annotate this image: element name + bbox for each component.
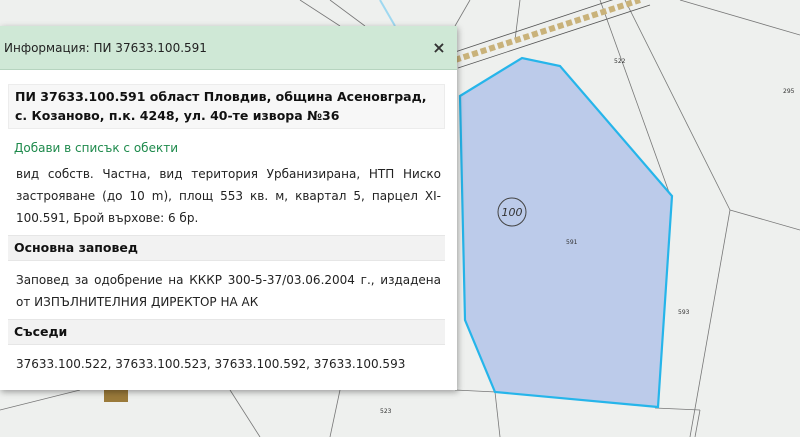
parcel-label-591: 591 <box>566 239 578 246</box>
parcel-label-593: 593 <box>678 309 690 316</box>
parcel-heading: ПИ 37633.100.591 област Пловдив, община … <box>8 84 445 129</box>
panel-header: Информация: ПИ 37633.100.591 × <box>0 26 457 70</box>
parcel-description: вид собств. Частна, вид територия Урбани… <box>16 167 441 225</box>
neighbors-section-title: Съседи <box>8 319 445 345</box>
order-text: Заповед за одобрение на КККР 300-5-37/03… <box>16 273 441 309</box>
panel-body: ПИ 37633.100.591 област Пловдив, община … <box>0 84 457 375</box>
parcel-label-295: 295 <box>783 88 795 95</box>
order-section-title: Основна заповед <box>8 235 445 261</box>
close-icon[interactable]: × <box>431 39 447 56</box>
panel-title: Информация: ПИ 37633.100.591 <box>4 40 207 55</box>
parcel-label-523: 523 <box>380 408 392 415</box>
add-to-list-link[interactable]: Добави в списък с обекти <box>14 141 445 155</box>
zone-label: 100 <box>502 206 523 219</box>
neighbors-text: 37633.100.522, 37633.100.523, 37633.100.… <box>16 357 406 371</box>
parcel-label-522: 522 <box>614 58 626 65</box>
info-panel: Информация: ПИ 37633.100.591 × ПИ 37633.… <box>0 26 457 390</box>
